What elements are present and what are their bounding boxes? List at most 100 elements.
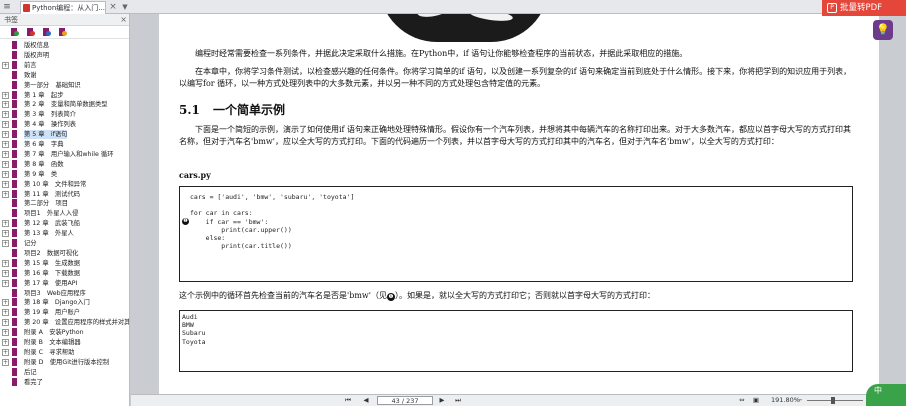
expand-toggle-icon[interactable]: +: [2, 141, 9, 148]
bookmark-item[interactable]: + 第 7 章 用户输入和while 循环: [0, 149, 129, 159]
output-line: Audi: [182, 313, 198, 321]
bookmark-item[interactable]: + 第 18 章 Django入门: [0, 298, 129, 307]
bookmark-item[interactable]: 版权信息: [0, 41, 129, 50]
code-listing: cars = ['audi', 'bmw', 'subaru', 'toyota…: [179, 186, 853, 282]
bookmark-item[interactable]: 项目3 Web应用程序: [0, 288, 129, 298]
expand-toggle-icon[interactable]: +: [2, 358, 9, 366]
bookmark-item[interactable]: + 第 12 章 武装飞船: [0, 219, 129, 228]
batch-convert-pdf-button[interactable]: P 批量转PDF: [822, 0, 906, 16]
expand-toggle-icon[interactable]: +: [2, 259, 9, 267]
expand-toggle-icon[interactable]: +: [2, 190, 9, 198]
expand-toggle-icon[interactable]: +: [2, 180, 9, 188]
bookmark-item[interactable]: + 附录 B 文本编辑器: [0, 338, 129, 347]
expand-toggle-icon[interactable]: +: [2, 111, 9, 119]
ime-status-badge[interactable]: 中: [866, 384, 906, 406]
sidebar-close-icon[interactable]: ×: [120, 14, 127, 26]
bookmark-item[interactable]: 第一部分 基础知识: [0, 80, 129, 90]
zoom-slider-handle[interactable]: [831, 397, 835, 404]
zoom-out-icon[interactable]: −: [795, 395, 805, 406]
bookmark-item[interactable]: + 附录 D 使用Git进行版本控制: [0, 357, 129, 367]
code-filename: cars.py: [179, 170, 211, 180]
tab-bar: ≡ Python编程：从入门... × ▼: [0, 0, 906, 14]
menu-icon[interactable]: ≡: [2, 2, 12, 12]
tab-list-arrow-icon[interactable]: ▼: [120, 1, 130, 13]
expand-toggle-icon[interactable]: +: [2, 61, 9, 69]
bookmark-delete-icon[interactable]: [26, 28, 35, 37]
bookmark-icon: [12, 229, 17, 238]
bookmark-item[interactable]: + 第 11 章 测试代码: [0, 189, 129, 199]
bookmark-item[interactable]: + 第 4 章 操作列表: [0, 120, 129, 129]
zoom-slider[interactable]: [807, 400, 863, 401]
bookmark-item[interactable]: + 第 5 章 if语句: [0, 130, 129, 140]
bookmark-item[interactable]: + 第 2 章 变量和简单数据类型: [0, 100, 129, 109]
document-viewport[interactable]: 编程时经常需要检查一系列条件，并据此决定采取什么措施。在Python中，if 语…: [131, 14, 906, 394]
bookmark-item[interactable]: 致谢: [0, 70, 129, 80]
bookmark-item[interactable]: 看完了: [0, 377, 129, 387]
bookmark-item[interactable]: + 第 20 章 设置应用程序的样式并对其...: [0, 318, 129, 327]
bookmark-item[interactable]: + 第 13 章 外星人: [0, 229, 129, 238]
prev-page-icon[interactable]: ◀: [361, 395, 371, 406]
bookmark-item[interactable]: + 第 15 章 生成数据: [0, 258, 129, 268]
bookmark-icon: [12, 268, 17, 277]
bookmark-item[interactable]: + 第 19 章 用户账户: [0, 308, 129, 317]
bookmark-item[interactable]: + 第 17 章 使用API: [0, 278, 129, 288]
bookmark-item[interactable]: 项目1 外星人入侵: [0, 209, 129, 218]
expand-toggle-icon[interactable]: +: [2, 160, 9, 168]
bookmark-label: 第 16 章 下载数据: [24, 269, 81, 277]
lightbulb-icon[interactable]: 💡: [873, 20, 893, 40]
tab-document[interactable]: Python编程：从入门...: [20, 1, 106, 14]
fit-width-icon[interactable]: ⇔: [737, 395, 747, 406]
expand-toggle-icon[interactable]: +: [2, 329, 9, 337]
expand-toggle-icon[interactable]: +: [2, 91, 9, 99]
tab-close-icon[interactable]: ×: [108, 1, 118, 13]
bookmark-item[interactable]: + 第 10 章 文件和异常: [0, 179, 129, 189]
expand-toggle-icon[interactable]: +: [2, 319, 9, 327]
bookmark-search-icon[interactable]: [58, 28, 67, 37]
next-page-icon[interactable]: ▶: [437, 395, 447, 406]
expand-toggle-icon[interactable]: +: [2, 348, 9, 356]
bookmark-label: 版权信息: [24, 42, 50, 49]
expand-toggle-icon[interactable]: +: [2, 131, 9, 139]
bookmark-label: 项目3 Web应用程序: [24, 289, 86, 297]
fit-page-icon[interactable]: ▣: [751, 395, 761, 406]
bookmark-item[interactable]: + 记分: [0, 239, 129, 248]
bookmark-expand-icon[interactable]: [42, 28, 51, 37]
bookmark-item[interactable]: 第二部分 项目: [0, 199, 129, 208]
expand-toggle-icon[interactable]: +: [2, 269, 9, 277]
bookmark-label: 第 13 章 外星人: [24, 230, 74, 238]
bookmark-item[interactable]: 后记: [0, 367, 129, 377]
bookmark-icon: [12, 110, 17, 119]
expand-toggle-icon[interactable]: +: [2, 339, 9, 346]
bookmark-item[interactable]: 项目2 数据可视化: [0, 248, 129, 258]
expand-toggle-icon[interactable]: +: [2, 309, 9, 317]
expand-toggle-icon[interactable]: +: [2, 121, 9, 129]
expand-toggle-icon[interactable]: +: [2, 230, 9, 238]
expand-toggle-icon[interactable]: +: [2, 220, 9, 228]
chapter-header-illustration: [379, 14, 549, 42]
bookmark-icon: [12, 298, 17, 307]
bookmark-item[interactable]: + 前言: [0, 60, 129, 70]
bookmark-item[interactable]: + 第 6 章 字典: [0, 140, 129, 149]
bookmark-label: 后记: [24, 368, 37, 376]
bookmark-add-icon[interactable]: [10, 28, 19, 37]
expand-toggle-icon[interactable]: +: [2, 150, 9, 158]
expand-toggle-icon[interactable]: +: [2, 279, 9, 287]
bookmark-item[interactable]: + 第 3 章 列表简介: [0, 110, 129, 119]
bookmark-item[interactable]: 版权声明: [0, 50, 129, 60]
expand-toggle-icon[interactable]: +: [2, 299, 9, 307]
first-page-icon[interactable]: ⏮: [343, 395, 353, 406]
ime-label: 中: [874, 386, 882, 395]
output-line: Subaru: [182, 329, 206, 338]
last-page-icon[interactable]: ⏭: [453, 395, 463, 406]
expand-toggle-icon[interactable]: +: [2, 170, 9, 178]
bookmark-item[interactable]: + 第 8 章 函数: [0, 159, 129, 169]
expand-toggle-icon[interactable]: +: [2, 101, 9, 109]
page-number-field[interactable]: 43 / 237: [377, 396, 433, 405]
expand-toggle-icon[interactable]: +: [2, 240, 9, 247]
bookmark-item[interactable]: + 第 9 章 类: [0, 169, 129, 179]
bookmark-item[interactable]: + 附录 C 寻求帮助: [0, 347, 129, 357]
bookmark-item[interactable]: + 第 16 章 下载数据: [0, 268, 129, 278]
bookmark-item[interactable]: + 附录 A 安装Python: [0, 328, 129, 337]
bookmark-item[interactable]: + 第 1 章 起步: [0, 90, 129, 100]
bookmark-icon: [12, 219, 17, 228]
